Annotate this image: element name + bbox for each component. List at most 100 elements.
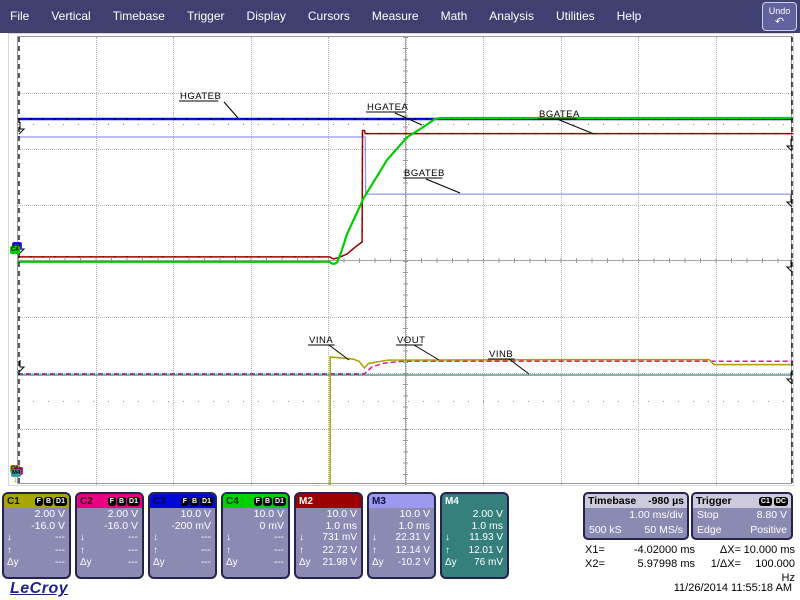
offset-value: 1.0 ms — [369, 520, 434, 532]
cursor-glyph-up: ↑ — [445, 545, 450, 558]
trigger-box-title: Trigger — [696, 495, 732, 507]
menu-item-cursors[interactable]: Cursors — [297, 0, 361, 33]
cursor-glyph-down: ↓ — [7, 532, 12, 545]
readout-x-label: X2= — [585, 557, 617, 585]
cursor-value-up: --- — [201, 545, 211, 558]
scale-value: 10.0 V — [150, 508, 215, 520]
row-label: Stop — [697, 508, 719, 523]
menu-item-analysis[interactable]: Analysis — [478, 0, 545, 33]
offset-value: 1.0 ms — [442, 520, 507, 532]
cursor-glyph-dy: Δy — [299, 557, 311, 570]
cursor-glyph-down: ↓ — [226, 532, 231, 545]
scale-value: 10.0 V — [223, 508, 288, 520]
descriptor-box-c2[interactable]: C2FBD12.00 V-16.0 V↓ ---↑ --- Δy --- — [75, 492, 144, 579]
menu-item-timebase[interactable]: Timebase — [102, 0, 176, 33]
menu-item-vertical[interactable]: Vertical — [40, 0, 101, 33]
row-value: 1.00 ms/div — [629, 508, 683, 523]
badge-d1: D1 — [200, 497, 213, 506]
cursor-glyph-dy: Δy — [7, 557, 19, 570]
descriptor-box-m3[interactable]: M310.0 V1.0 ms↓22.31 V↑12.14 VΔy-10.2 V — [367, 492, 436, 579]
trigger-box[interactable]: TriggerC1DCStop8.80 VEdgePositive — [691, 492, 793, 540]
cursor-row-down: ↓--- — [4, 532, 69, 545]
descriptor-area: C1FBD12.00 V-16.0 V↓---↑---Δy---C2FBD12.… — [0, 486, 800, 600]
cursor-glyph-dy: Δy — [226, 557, 238, 570]
descriptor-header-m4: M4 — [442, 494, 507, 508]
c1-zero-offscreen-arrow: ↓ — [13, 476, 18, 484]
badge-b: B — [117, 497, 126, 506]
descriptor-box-c1[interactable]: C1FBD12.00 V-16.0 V↓---↑---Δy--- — [2, 492, 71, 579]
cursor-row-up: ↑12.14 V — [369, 545, 434, 558]
offset-value: 1.0 ms — [296, 520, 361, 532]
scale-value: 2.00 V — [4, 508, 69, 520]
menu-item-help[interactable]: Help — [606, 0, 653, 33]
menu-item-utilities[interactable]: Utilities — [545, 0, 606, 33]
trace-label-hgateb: HGATEB — [180, 91, 221, 102]
descriptor-title: M4 — [445, 496, 459, 507]
cursor-value-down: --- — [201, 532, 211, 545]
waveform-panel: HGATEBHGATEABGATEABGATEBVINAVOUTVINB ↓ C… — [8, 33, 794, 486]
readout-x-value: 5.97998 ms — [617, 557, 695, 585]
descriptor-header-c2: C2FBD1 — [77, 494, 142, 508]
readout-dx-label: 1/ΔX= — [703, 557, 741, 585]
descriptor-header-c4: C4FBD1 — [223, 494, 288, 508]
readout-line-2: X2=5.97998 ms 1/ΔX=100.000 Hz — [585, 557, 795, 585]
timebase-box[interactable]: Timebase-980 µs1.00 ms/div500 kS50 MS/s — [583, 492, 689, 540]
cursor-row-down: ↓731 mV — [296, 532, 361, 545]
readout-x-value: -4.02000 ms — [617, 543, 695, 557]
trace-vout — [18, 361, 793, 374]
badge-f: F — [181, 497, 189, 506]
offset-value: -16.0 V — [77, 520, 142, 532]
readout-dx-value: 10.000 ms — [741, 543, 795, 557]
cursor-glyph-up: ↑ — [80, 545, 85, 558]
cursor-row-up: ↑22.72 V — [296, 545, 361, 558]
cursor-value-down: --- — [128, 532, 138, 545]
readout-line-1: X1=-4.02000 msΔX=10.000 ms — [585, 543, 795, 557]
menu-item-measure[interactable]: Measure — [361, 0, 430, 33]
descriptor-header-m3: M3 — [369, 494, 434, 508]
menu-item-math[interactable]: Math — [430, 0, 479, 33]
cursor-readouts: X1=-4.02000 msΔX=10.000 msX2=5.97998 ms 1… — [585, 543, 795, 585]
trace-bgateb — [18, 137, 793, 194]
cursor-trace-mark — [787, 260, 792, 272]
trace-label-vina: VINA — [309, 335, 333, 346]
badge-d1: D1 — [127, 497, 140, 506]
trace-label-bgatea: BGATEA — [539, 109, 580, 120]
descriptor-box-m4[interactable]: M42.00 V1.0 ms↓11.93 V↑12.01 VΔy76 mV — [440, 492, 509, 579]
undo-button[interactable]: Undo ↶ — [762, 2, 797, 31]
cursor-row-up: ↑--- — [4, 545, 69, 558]
readout-dx-value: 100.000 Hz — [741, 557, 795, 585]
trace-label-pointer — [557, 119, 594, 134]
cursor-row-down: ↓ --- — [77, 532, 142, 545]
offset-value: -200 mV — [150, 520, 215, 532]
trace-vina — [18, 357, 793, 485]
readout-x-label: X1= — [585, 543, 617, 557]
cursor-glyph-up: ↑ — [226, 545, 231, 558]
offset-value: -16.0 V — [4, 520, 69, 532]
badge-b: B — [263, 497, 272, 506]
trace-label-bgateb: BGATEB — [404, 168, 445, 179]
trigger-box-row0: Stop8.80 V — [693, 508, 791, 523]
menu-item-trigger[interactable]: Trigger — [176, 0, 236, 33]
cursor-glyph-down: ↓ — [80, 532, 85, 545]
badge-c1: C1 — [759, 497, 772, 506]
trace-label-vout: VOUT — [397, 335, 425, 346]
row-label: 500 kS — [589, 523, 622, 538]
cursor-row-down: ↓22.31 V — [369, 532, 434, 545]
scale-value: 2.00 V — [77, 508, 142, 520]
cursor-glyph-dy: Δy — [80, 557, 92, 570]
cursor-row-dy: Δy-10.2 V — [369, 557, 434, 570]
cursor-row-down: ↓--- — [150, 532, 215, 545]
timebase-box-header: Timebase-980 µs — [585, 494, 687, 508]
cursor-trace-mark — [787, 372, 792, 384]
timebase-box-delay: -980 µs — [648, 495, 684, 507]
descriptor-box-c3[interactable]: C3FBD110.0 V-200 mV↓---↑---Δy--- — [148, 492, 217, 579]
badge-f: F — [254, 497, 262, 506]
zero-level-chip-m4: M4 — [11, 469, 21, 477]
datetime-label: 11/26/2014 11:55:18 AM — [674, 582, 792, 594]
descriptor-box-c4[interactable]: C4FBD110.0 V0 mV↓---↑---Δy--- — [221, 492, 290, 579]
menu-item-file[interactable]: File — [10, 0, 40, 33]
menu-item-display[interactable]: Display — [236, 0, 297, 33]
descriptor-box-m2[interactable]: M210.0 V1.0 ms↓731 mV↑22.72 VΔy21.98 V — [294, 492, 363, 579]
cursor-value-dy: --- — [128, 557, 138, 570]
cursor-value-up: 22.72 V — [323, 545, 357, 558]
